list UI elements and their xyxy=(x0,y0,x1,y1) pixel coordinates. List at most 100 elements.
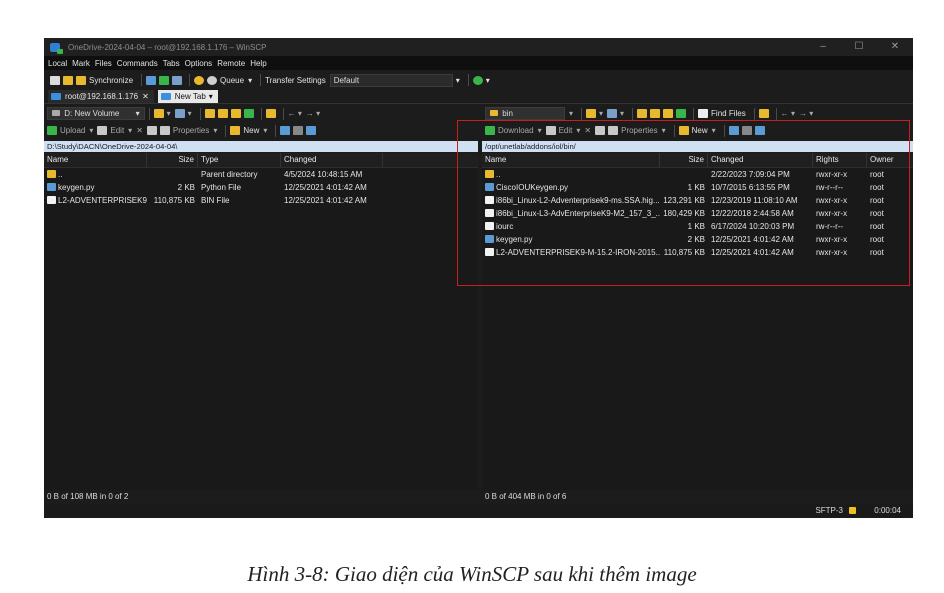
menu-options[interactable]: Options xyxy=(185,59,213,68)
menu-mark[interactable]: Mark xyxy=(72,59,90,68)
find-files-button[interactable]: Find Files xyxy=(711,109,746,118)
file-size: 2 KB xyxy=(177,183,195,192)
file-icon xyxy=(485,196,494,204)
file-row[interactable]: keygen.py 2 KB Python File 12/25/2021 4:01:… xyxy=(44,181,478,194)
transfer-settings-options-icon[interactable] xyxy=(472,75,483,85)
file-row[interactable]: CiscoIOUKeygen.py 1 KB 10/7/2015 6:13:55 P… xyxy=(482,181,913,194)
back-icon[interactable]: ← ▾ xyxy=(781,109,795,118)
session-tabs: root@192.168.1.176 ✕ New Tab ▾ xyxy=(44,90,913,104)
delete-icon[interactable]: ✕ xyxy=(584,126,591,135)
folder-icon xyxy=(490,110,498,116)
filter-icon[interactable] xyxy=(607,109,618,118)
file-row[interactable]: .. 2/22/2023 7:09:04 PM rwxr-xr-x root xyxy=(482,168,913,181)
delete-icon[interactable]: ✕ xyxy=(136,126,143,135)
col-owner[interactable]: Owner xyxy=(867,153,913,167)
open-directory-icon[interactable] xyxy=(153,109,164,118)
file-type: Python File xyxy=(201,183,242,192)
console-icon[interactable] xyxy=(50,75,60,85)
left-path-bar[interactable]: D:\Study\DACN\OneDrive-2024-04-04\ xyxy=(44,141,478,152)
select-all-icon[interactable] xyxy=(728,126,739,135)
menu-help[interactable]: Help xyxy=(250,59,266,68)
synchronize-button[interactable]: Synchronize xyxy=(89,76,133,85)
unselect-icon[interactable] xyxy=(293,126,304,135)
compare-icon[interactable] xyxy=(63,75,73,85)
file-name: keygen.py xyxy=(58,183,95,192)
keep-up-to-date-icon[interactable] xyxy=(146,75,157,85)
lock-icon[interactable] xyxy=(849,507,856,514)
properties-button[interactable]: Properties xyxy=(173,126,209,135)
left-drive-select[interactable]: D: New Volume ▾ xyxy=(47,107,145,120)
rename-icon[interactable] xyxy=(146,126,157,135)
tab-new[interactable]: New Tab ▾ xyxy=(157,90,218,103)
preferences-gear-icon[interactable] xyxy=(194,75,205,85)
col-size[interactable]: Size xyxy=(660,153,708,167)
home-directory-icon[interactable] xyxy=(663,109,674,118)
right-dir-select[interactable]: bin xyxy=(485,107,565,120)
bookmarks-icon[interactable] xyxy=(758,109,769,118)
menu-files[interactable]: Files xyxy=(95,59,112,68)
filter-mask-icon[interactable] xyxy=(754,126,765,135)
right-path-bar[interactable]: /opt/unetlab/addons/iol/bin/ xyxy=(482,141,913,152)
back-icon[interactable]: ← ▾ xyxy=(288,109,302,118)
edit-button[interactable]: Edit xyxy=(110,126,124,135)
download-button[interactable]: Download xyxy=(498,126,534,135)
edit-button[interactable]: Edit xyxy=(559,126,573,135)
forward-icon[interactable]: → ▾ xyxy=(799,109,813,118)
bookmarks-icon[interactable] xyxy=(265,109,276,118)
file-row[interactable]: .. Parent directory 4/5/2024 10:48:15 AM xyxy=(44,168,478,181)
find-files-icon[interactable] xyxy=(159,75,170,85)
file-name: keygen.py xyxy=(496,235,533,244)
new-tab-dropdown-icon[interactable]: ▾ xyxy=(209,90,213,103)
close-button[interactable]: ✕ xyxy=(877,38,913,56)
filter-icon[interactable] xyxy=(174,109,185,118)
col-name[interactable]: Name xyxy=(482,153,660,167)
col-name[interactable]: Name xyxy=(44,153,147,167)
root-directory-icon[interactable] xyxy=(217,109,228,118)
file-row[interactable]: keygen.py 2 KB 12/25/2021 4:01:42 AM rwxr-x… xyxy=(482,233,913,246)
maximize-button[interactable]: ☐ xyxy=(841,38,877,56)
file-size: 110,875 KB xyxy=(153,196,195,205)
drive-icon xyxy=(52,110,60,116)
parent-directory-icon[interactable] xyxy=(204,109,215,118)
file-row[interactable]: iourc 1 KB 6/17/2024 10:20:03 PM rw-r--r-- r… xyxy=(482,220,913,233)
file-row[interactable]: i86bi_Linux-L2-Adventerprisek9-ms.SSA.hi… xyxy=(482,194,913,207)
col-type[interactable]: Type xyxy=(198,153,281,167)
queue-dropdown-icon[interactable]: ▾ xyxy=(248,76,252,85)
col-changed[interactable]: Changed xyxy=(281,153,383,167)
rename-icon[interactable] xyxy=(595,126,606,135)
upload-button[interactable]: Upload xyxy=(60,126,85,135)
menu-tabs[interactable]: Tabs xyxy=(163,59,180,68)
root-directory-icon[interactable] xyxy=(650,109,661,118)
forward-icon[interactable]: → ▾ xyxy=(306,109,320,118)
transfer-settings-select[interactable]: Default xyxy=(329,73,453,87)
home-directory-icon[interactable] xyxy=(230,109,241,118)
unselect-icon[interactable] xyxy=(741,126,752,135)
refresh-icon[interactable] xyxy=(243,109,254,118)
col-size[interactable]: Size xyxy=(147,153,198,167)
transfer-settings-dropdown-icon[interactable]: ▾ xyxy=(456,76,460,85)
menu-commands[interactable]: Commands xyxy=(117,59,158,68)
open-directory-icon[interactable] xyxy=(586,109,597,118)
filter-mask-icon[interactable] xyxy=(306,126,317,135)
file-row[interactable]: L2-ADVENTERPRISEK9... 110,875 KB BIN File 1… xyxy=(44,194,478,207)
terminal-icon[interactable] xyxy=(172,75,183,85)
minimize-button[interactable]: – xyxy=(805,38,841,56)
select-all-icon[interactable] xyxy=(280,126,291,135)
new-tab-icon xyxy=(160,93,171,100)
properties-button[interactable]: Properties xyxy=(621,126,657,135)
queue-button[interactable]: Queue xyxy=(220,76,244,85)
menu-local[interactable]: Local xyxy=(48,59,67,68)
file-row[interactable]: i86bi_Linux-L3-AdvEnterpriseK9-M2_157_3_… xyxy=(482,207,913,220)
col-rights[interactable]: Rights xyxy=(813,153,867,167)
tab-session[interactable]: root@192.168.1.176 ✕ xyxy=(48,90,154,103)
menu-remote[interactable]: Remote xyxy=(217,59,245,68)
options-dropdown-icon[interactable]: ▾ xyxy=(486,76,490,85)
new-button[interactable]: New xyxy=(243,126,259,135)
refresh-icon[interactable] xyxy=(676,109,687,118)
file-row[interactable]: L2-ADVENTERPRISEK9-M-15.2-IRON-2015... 11… xyxy=(482,246,913,259)
new-button[interactable]: New xyxy=(692,126,708,135)
tab-close-icon[interactable]: ✕ xyxy=(142,90,149,103)
col-changed[interactable]: Changed xyxy=(708,153,813,167)
title-bar: OneDrive-2024-04-04 – root@192.168.1.176… xyxy=(44,38,913,56)
parent-directory-icon[interactable] xyxy=(637,109,648,118)
